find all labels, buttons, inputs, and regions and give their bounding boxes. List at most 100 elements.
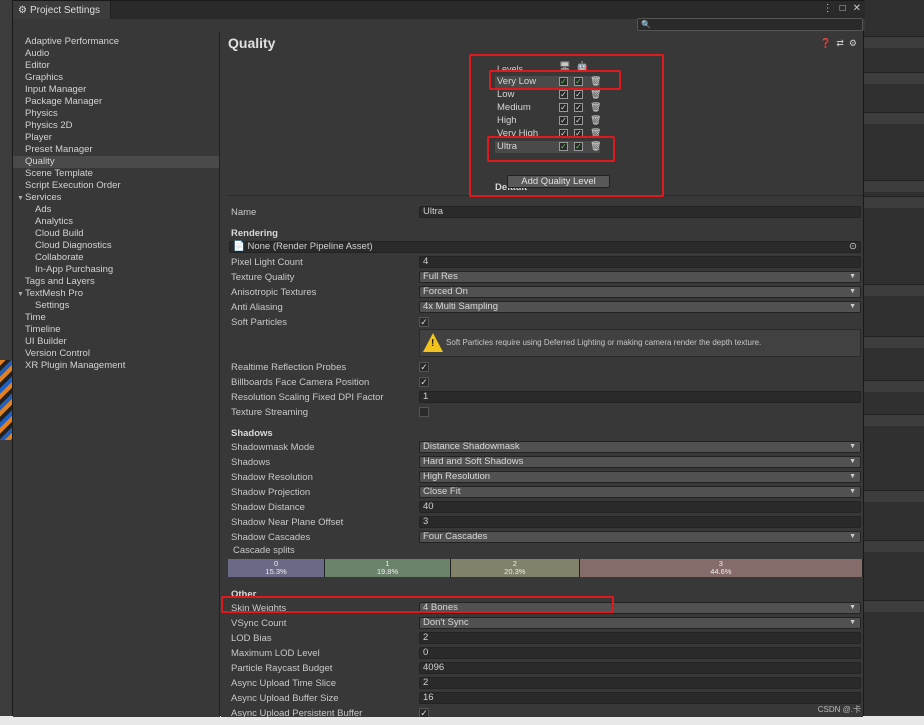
texture-quality-dropdown[interactable]: Full Res ▼ — [419, 271, 861, 283]
add-quality-level-button[interactable]: Add Quality Level — [507, 175, 610, 188]
android-level-checkbox[interactable]: ✓ — [574, 90, 583, 99]
sidebar-item-ui-builder[interactable]: UI Builder — [13, 336, 219, 348]
sidebar-item-scene-template[interactable]: Scene Template — [13, 168, 219, 180]
sidebar-item-timeline[interactable]: Timeline — [13, 324, 219, 336]
settings-gear-icon[interactable]: ⚙ — [849, 38, 857, 49]
async-buffer-size-field[interactable]: 16 — [419, 692, 861, 704]
quality-level-row[interactable]: Medium ✓ ✓ 🗑 — [495, 102, 601, 114]
sidebar-item-services[interactable]: ▼Services — [13, 192, 219, 204]
sidebar-item-quality[interactable]: Quality — [13, 156, 219, 168]
anisotropic-dropdown[interactable]: Forced On ▼ — [419, 286, 861, 298]
sidebar-item-ads[interactable]: Ads — [13, 204, 219, 216]
delete-level-icon[interactable]: 🗑 — [590, 141, 601, 152]
shadow-near-field[interactable]: 3 — [419, 516, 861, 528]
cascade-split-segment[interactable]: 0 15.3% — [228, 559, 326, 577]
quality-level-row[interactable]: Low ✓ ✓ 🗑 — [495, 89, 601, 101]
cascade-split-segment[interactable]: 3 44.6% — [579, 559, 863, 577]
sidebar-item-physics[interactable]: Physics — [13, 108, 219, 120]
foldout-arrow-icon[interactable]: ▼ — [17, 193, 25, 205]
skin-weights-dropdown[interactable]: 4 Bones ▼ — [419, 602, 861, 614]
texture-streaming-toggle[interactable] — [419, 407, 429, 417]
cascade-split-segment[interactable]: 2 20.3% — [450, 559, 580, 577]
sidebar-item-graphics[interactable]: Graphics — [13, 72, 219, 84]
android-level-checkbox[interactable]: ✓ — [574, 116, 583, 125]
sidebar-item-audio[interactable]: Audio — [13, 48, 219, 60]
shadow-resolution-dropdown[interactable]: High Resolution ▼ — [419, 471, 861, 483]
foldout-arrow-icon[interactable]: ▼ — [17, 289, 25, 301]
billboards-toggle[interactable]: ✓ — [419, 377, 429, 387]
android-level-checkbox[interactable]: ✓ — [574, 103, 583, 112]
standalone-level-checkbox[interactable]: ✓ — [559, 142, 568, 151]
max-lod-field[interactable]: 0 — [419, 647, 861, 659]
tab-project-settings[interactable]: ⚙ Project Settings — [13, 1, 112, 19]
res-scaling-field[interactable]: 1 — [419, 391, 861, 403]
realtime-reflection-toggle[interactable]: ✓ — [419, 362, 429, 372]
more-menu-icon[interactable]: ⋮ — [823, 3, 833, 14]
vsync-dropdown[interactable]: Don't Sync ▼ — [419, 617, 861, 629]
cascade-percent: 19.8% — [376, 567, 399, 576]
sidebar-item-collaborate[interactable]: Collaborate — [13, 252, 219, 264]
name-field[interactable]: Ultra — [419, 206, 861, 218]
shadow-projection-dropdown[interactable]: Close Fit ▼ — [419, 486, 861, 498]
sidebar-item-script-execution-order[interactable]: Script Execution Order — [13, 180, 219, 192]
sidebar-item-editor[interactable]: Editor — [13, 60, 219, 72]
standalone-level-checkbox[interactable]: ✓ — [559, 129, 568, 138]
quality-level-row[interactable]: Very Low ✓ ✓ 🗑 — [495, 76, 601, 88]
sidebar-item-xr-plugin-management[interactable]: XR Plugin Management — [13, 360, 219, 372]
maximize-icon[interactable]: □ — [840, 3, 846, 14]
delete-level-icon[interactable]: 🗑 — [590, 128, 601, 139]
sidebar-item-version-control[interactable]: Version Control — [13, 348, 219, 360]
standalone-level-checkbox[interactable]: ✓ — [559, 90, 568, 99]
soft-particles-toggle[interactable]: ✓ — [419, 317, 429, 327]
object-picker-icon[interactable]: ⊙ — [849, 242, 857, 252]
sidebar-item-adaptive-performance[interactable]: Adaptive Performance — [13, 36, 219, 48]
sidebar-item-player[interactable]: Player — [13, 132, 219, 144]
android-level-checkbox[interactable]: ✓ — [574, 77, 583, 86]
delete-level-icon[interactable]: 🗑 — [590, 102, 601, 113]
async-persistent-toggle[interactable]: ✓ — [419, 708, 429, 717]
close-icon[interactable]: ✕ — [853, 3, 861, 14]
standalone-level-checkbox[interactable]: ✓ — [559, 116, 568, 125]
standalone-level-checkbox[interactable]: ✓ — [559, 103, 568, 112]
delete-level-icon[interactable]: 🗑 — [590, 89, 601, 100]
sidebar-item-preset-manager[interactable]: Preset Manager — [13, 144, 219, 156]
standalone-level-checkbox[interactable]: ✓ — [559, 77, 568, 86]
shadows-dropdown[interactable]: Hard and Soft Shadows ▼ — [419, 456, 861, 468]
sidebar-item-time[interactable]: Time — [13, 312, 219, 324]
lod-bias-field[interactable]: 2 — [419, 632, 861, 644]
sidebar-item-label: Version Control — [25, 348, 90, 359]
android-level-checkbox[interactable]: ✓ — [574, 142, 583, 151]
android-level-checkbox[interactable]: ✓ — [574, 129, 583, 138]
delete-level-icon[interactable]: 🗑 — [590, 76, 601, 87]
anti-aliasing-dropdown[interactable]: 4x Multi Sampling ▼ — [419, 301, 861, 313]
sidebar-item-input-manager[interactable]: Input Manager — [13, 84, 219, 96]
delete-level-icon[interactable]: 🗑 — [590, 115, 601, 126]
sidebar-item-cloud-build[interactable]: Cloud Build — [13, 228, 219, 240]
search-input[interactable]: 🔍 — [637, 18, 863, 31]
shadow-resolution-value: High Resolution — [423, 471, 491, 482]
async-time-slice-field[interactable]: 2 — [419, 677, 861, 689]
help-icon[interactable]: ❓ — [820, 38, 831, 49]
sidebar-item-settings[interactable]: Settings — [13, 300, 219, 312]
pixel-light-count-field[interactable]: 4 — [419, 256, 861, 268]
raycast-budget-field[interactable]: 4096 — [419, 662, 861, 674]
cascade-splits-bar[interactable]: 0 15.3% 1 19.8% 2 20.3% 3 44.6% — [228, 559, 863, 577]
quality-level-row[interactable]: Ultra ✓ ✓ 🗑 — [495, 141, 601, 153]
sidebar-item-textmesh-pro[interactable]: ▼TextMesh Pro — [13, 288, 219, 300]
cascade-split-segment[interactable]: 1 19.8% — [325, 559, 451, 577]
quality-level-row[interactable]: Very High ✓ ✓ 🗑 — [495, 128, 601, 140]
background-bottom-strip — [0, 716, 924, 725]
quality-level-row[interactable]: High ✓ ✓ 🗑 — [495, 115, 601, 127]
sidebar-item-in-app-purchasing[interactable]: In-App Purchasing — [13, 264, 219, 276]
shadow-distance-field[interactable]: 40 — [419, 501, 861, 513]
sidebar-item-package-manager[interactable]: Package Manager — [13, 96, 219, 108]
sidebar-item-physics-2d[interactable]: Physics 2D — [13, 120, 219, 132]
sidebar-item-analytics[interactable]: Analytics — [13, 216, 219, 228]
sidebar-item-tags-and-layers[interactable]: Tags and Layers — [13, 276, 219, 288]
preset-icon[interactable]: ⇄ — [836, 38, 844, 49]
shadows-header: Shadows — [231, 428, 273, 439]
sidebar-item-cloud-diagnostics[interactable]: Cloud Diagnostics — [13, 240, 219, 252]
shadowmask-dropdown[interactable]: Distance Shadowmask ▼ — [419, 441, 861, 453]
shadow-cascades-dropdown[interactable]: Four Cascades ▼ — [419, 531, 861, 543]
render-pipeline-field[interactable]: 📄 None (Render Pipeline Asset) ⊙ — [229, 241, 861, 253]
